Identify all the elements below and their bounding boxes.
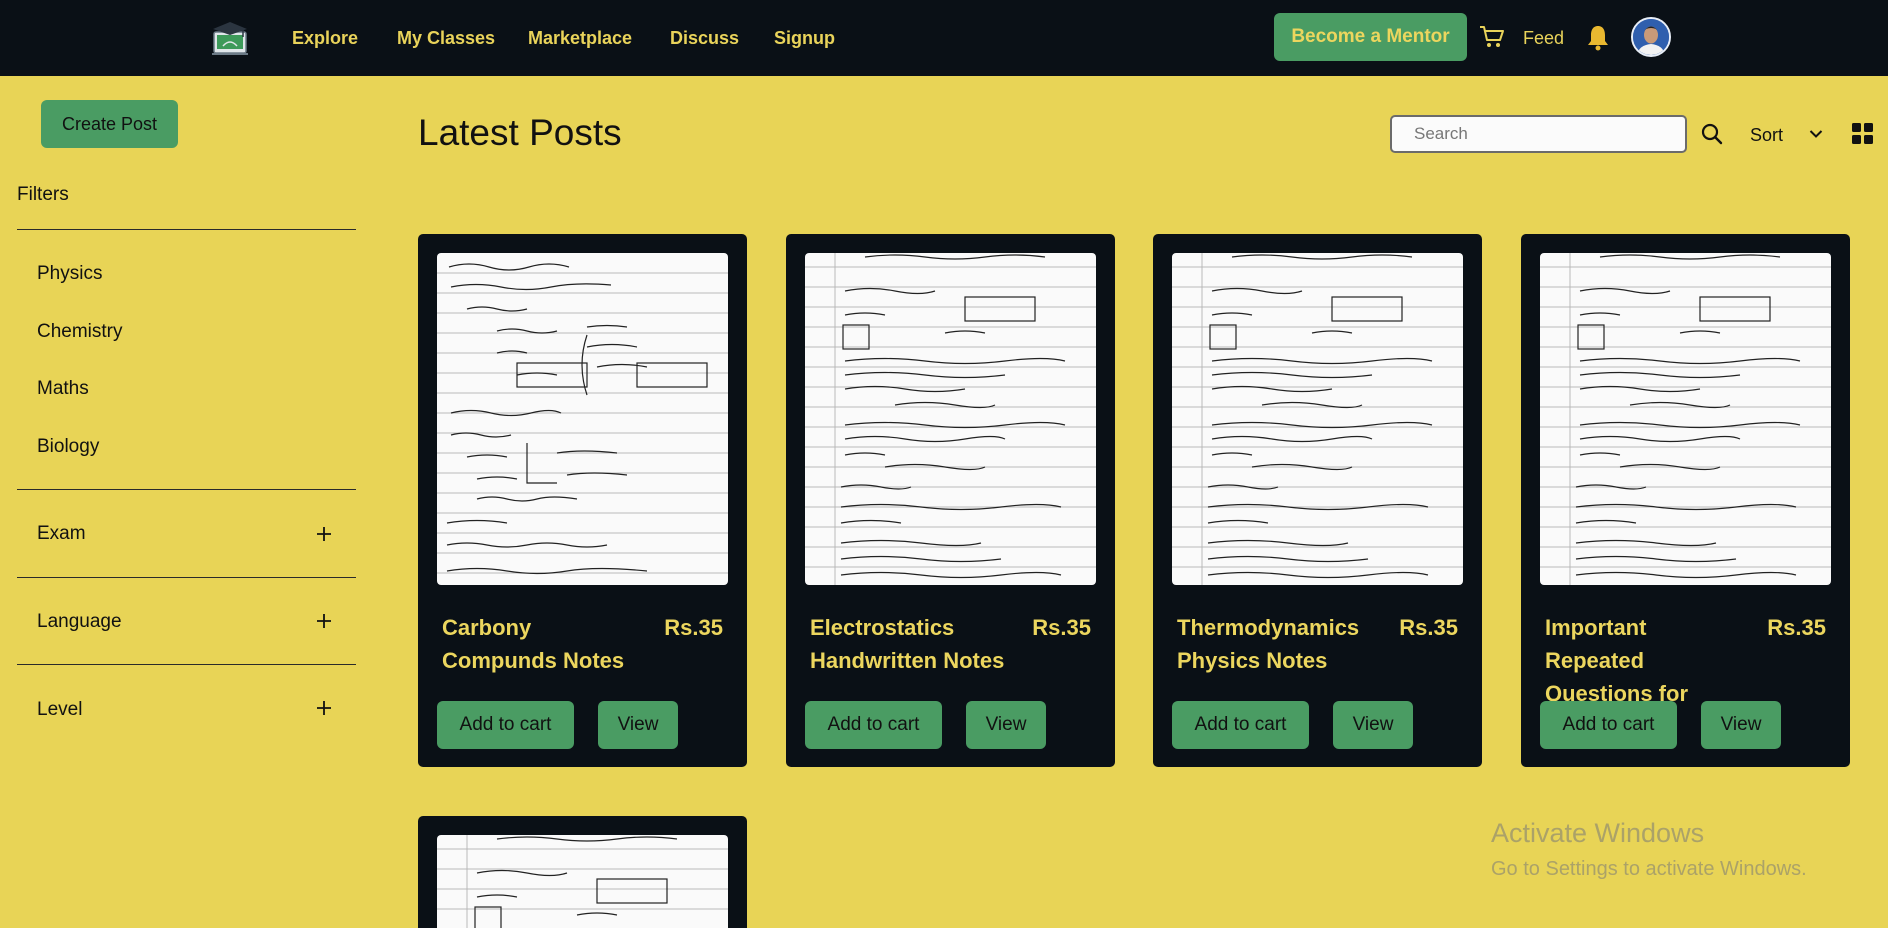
- become-mentor-button[interactable]: Become a Mentor: [1274, 13, 1467, 61]
- add-to-cart-button[interactable]: Add to cart: [1540, 701, 1677, 749]
- add-to-cart-button[interactable]: Add to cart: [437, 701, 574, 749]
- filter-chemistry[interactable]: Chemistry: [37, 321, 123, 343]
- view-button[interactable]: View: [966, 701, 1046, 749]
- nav-feed[interactable]: Feed: [1523, 27, 1564, 49]
- post-thumbnail[interactable]: [437, 835, 728, 928]
- plus-icon[interactable]: [315, 525, 333, 543]
- create-post-button[interactable]: Create Post: [41, 100, 178, 148]
- notes-image: [1172, 253, 1463, 585]
- divider: [17, 577, 356, 578]
- post-card: Electrostatics Handwritten Notes Rs.35 A…: [786, 234, 1115, 767]
- page-title: Latest Posts: [418, 112, 622, 153]
- add-to-cart-button[interactable]: Add to cart: [1172, 701, 1309, 749]
- chevron-down-icon[interactable]: [1809, 129, 1823, 139]
- notes-image: [437, 835, 728, 928]
- notes-image: [1540, 253, 1831, 585]
- divider: [17, 489, 356, 490]
- post-card: Important Repeated Questions for NEET Rs…: [1521, 234, 1850, 767]
- filter-level[interactable]: Level: [37, 699, 82, 721]
- add-to-cart-button[interactable]: Add to cart: [805, 701, 942, 749]
- filter-physics[interactable]: Physics: [37, 263, 102, 285]
- search-icon[interactable]: [1701, 123, 1723, 145]
- post-card: Thermodynamics Physics Notes Rs.35 Add t…: [1153, 234, 1482, 767]
- nav-explore[interactable]: Explore: [292, 27, 358, 49]
- post-price: Rs.35: [1399, 615, 1458, 640]
- post-card: Carbony Compunds Notes Rs.35 Add to cart…: [418, 234, 747, 767]
- post-price: Rs.35: [1032, 615, 1091, 640]
- filters-heading: Filters: [17, 184, 69, 205]
- post-thumbnail[interactable]: [437, 253, 728, 585]
- nav-discuss[interactable]: Discuss: [670, 27, 739, 49]
- logo-icon[interactable]: [211, 20, 249, 56]
- view-button[interactable]: View: [1333, 701, 1413, 749]
- cart-icon[interactable]: [1479, 25, 1505, 49]
- notes-image: [437, 263, 728, 575]
- bell-icon[interactable]: [1586, 24, 1610, 51]
- post-thumbnail[interactable]: [1540, 253, 1831, 585]
- filter-language[interactable]: Language: [37, 611, 122, 633]
- post-thumbnail[interactable]: [805, 253, 1096, 585]
- filter-exam[interactable]: Exam: [37, 523, 86, 545]
- notes-image: [805, 253, 1096, 585]
- divider: [17, 664, 356, 665]
- view-button[interactable]: View: [598, 701, 678, 749]
- post-title[interactable]: Thermodynamics Physics Notes: [1177, 611, 1382, 677]
- post-price: Rs.35: [664, 615, 723, 640]
- post-thumbnail[interactable]: [1172, 253, 1463, 585]
- avatar[interactable]: [1631, 17, 1671, 57]
- filter-maths[interactable]: Maths: [37, 378, 89, 400]
- nav-marketplace[interactable]: Marketplace: [528, 27, 632, 49]
- grid-icon[interactable]: [1852, 123, 1873, 144]
- activate-windows-subtitle: Go to Settings to activate Windows.: [1491, 858, 1807, 880]
- nav-my-classes[interactable]: My Classes: [397, 27, 495, 49]
- search-input[interactable]: [1390, 115, 1687, 153]
- post-title[interactable]: Electrostatics Handwritten Notes: [810, 611, 1015, 677]
- nav-signup[interactable]: Signup: [774, 27, 835, 49]
- divider: [17, 229, 356, 230]
- plus-icon[interactable]: [315, 699, 333, 717]
- activate-windows-watermark: Activate Windows: [1491, 818, 1705, 848]
- view-button[interactable]: View: [1701, 701, 1781, 749]
- post-title[interactable]: Carbony Compunds Notes: [442, 611, 647, 677]
- top-navbar: Explore My Classes Marketplace Discuss S…: [0, 0, 1888, 76]
- post-card: [418, 816, 747, 928]
- plus-icon[interactable]: [315, 612, 333, 630]
- filter-biology[interactable]: Biology: [37, 436, 99, 458]
- post-price: Rs.35: [1767, 615, 1826, 640]
- sort-button[interactable]: Sort: [1750, 124, 1783, 146]
